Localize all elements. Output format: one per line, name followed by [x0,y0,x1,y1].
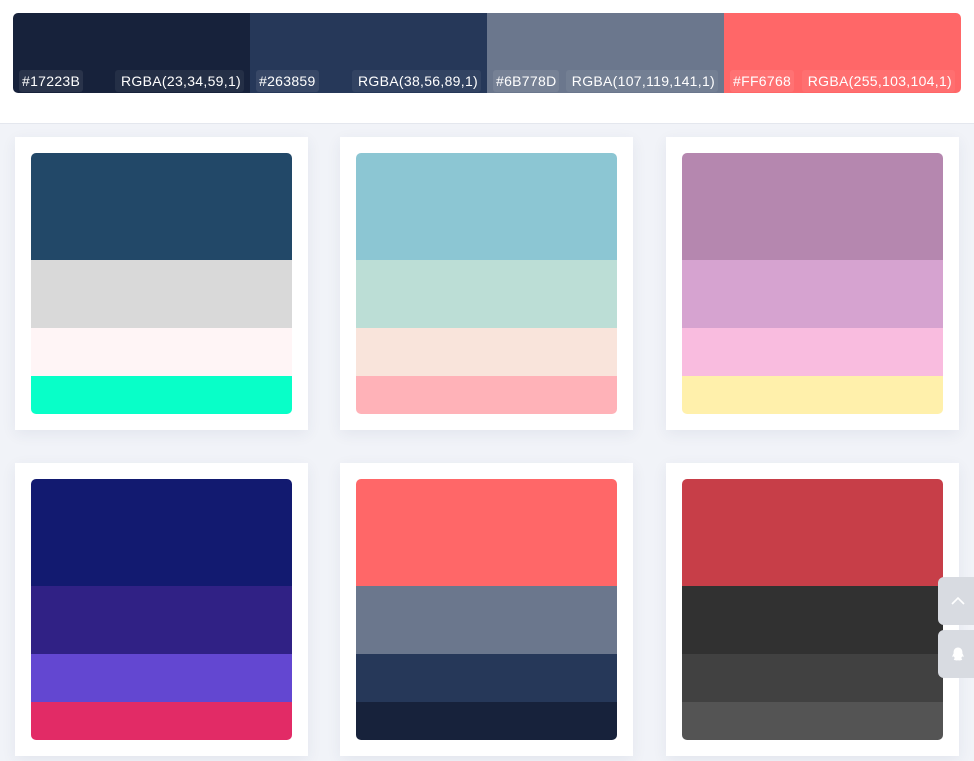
back-to-top-button[interactable] [938,577,974,625]
palette-swatches[interactable] [31,479,292,740]
swatch [356,586,617,654]
swatch [356,702,617,740]
swatch [682,586,943,654]
swatch [682,654,943,702]
qq-icon [950,646,966,662]
palette-swatches[interactable] [356,479,617,740]
swatch [356,260,617,328]
palette-card-1[interactable] [15,137,308,430]
palette-card-5[interactable] [340,463,633,756]
qq-contact-button[interactable] [938,630,974,678]
swatch [356,479,617,586]
palette-swatches[interactable] [682,479,943,740]
swatch [682,328,943,376]
palette-grid [0,0,974,761]
swatch [682,260,943,328]
swatch [682,702,943,740]
swatch [31,376,292,414]
swatch [31,153,292,260]
swatch [31,702,292,740]
swatch [31,586,292,654]
swatch [356,654,617,702]
swatch [682,153,943,260]
swatch [682,479,943,586]
swatch [31,654,292,702]
swatch [31,260,292,328]
palette-card-3[interactable] [666,137,959,430]
palette-card-4[interactable] [15,463,308,756]
palette-card-2[interactable] [340,137,633,430]
swatch [31,479,292,586]
swatch [356,153,617,260]
swatch [356,376,617,414]
swatch [356,328,617,376]
chevron-up-icon [951,596,965,606]
swatch [682,376,943,414]
palette-swatches[interactable] [682,153,943,414]
swatch [31,328,292,376]
palette-swatches[interactable] [31,153,292,414]
palette-swatches[interactable] [356,153,617,414]
palette-card-6[interactable] [666,463,959,756]
